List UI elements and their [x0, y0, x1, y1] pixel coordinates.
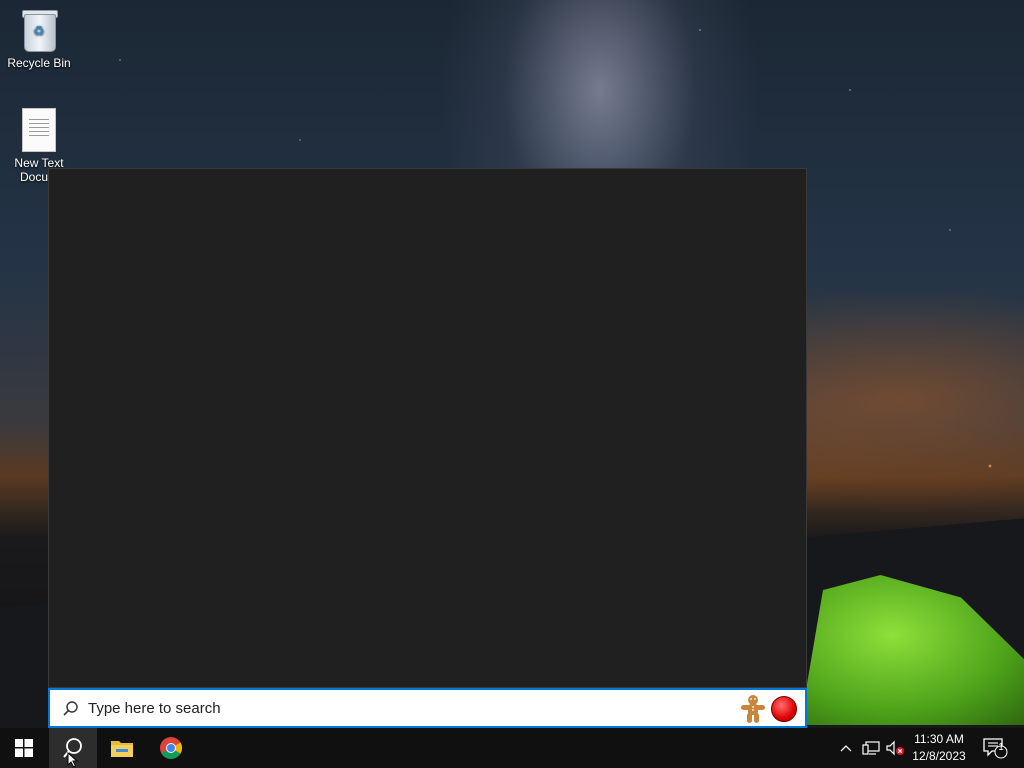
show-hidden-icons-button[interactable]	[836, 728, 856, 768]
search-flyout-panel	[48, 168, 807, 688]
gingerbread-man-icon	[741, 695, 765, 723]
chrome-button[interactable]	[147, 728, 195, 768]
desktop: ♻ Recycle Bin New Text Docum Type here t…	[0, 0, 1024, 768]
desktop-icon-recycle-bin[interactable]: ♻ Recycle Bin	[1, 8, 77, 70]
taskbar: 11:30 AM 12/8/2023 1	[0, 728, 1024, 768]
action-center-button[interactable]: 1	[978, 728, 1012, 768]
record-button-icon[interactable]	[771, 696, 797, 722]
mouse-cursor-icon	[67, 752, 79, 768]
search-icon	[63, 701, 78, 716]
notification-count-badge: 1	[998, 742, 1004, 753]
clock-time: 11:30 AM	[914, 732, 964, 746]
windows-logo-icon	[15, 739, 33, 757]
chrome-icon	[160, 737, 182, 759]
search-input[interactable]: Type here to search	[48, 688, 807, 728]
search-placeholder: Type here to search	[88, 700, 221, 717]
chevron-up-icon	[840, 745, 852, 752]
text-document-icon	[22, 108, 56, 152]
clock-date: 12/8/2023	[912, 749, 966, 763]
volume-button[interactable]	[884, 728, 906, 768]
clock[interactable]: 11:30 AM 12/8/2023	[908, 728, 970, 768]
recycle-bin-icon: ♻	[20, 8, 58, 52]
start-button[interactable]	[0, 728, 48, 768]
network-icon	[862, 741, 880, 755]
file-explorer-button[interactable]	[98, 728, 146, 768]
volume-muted-icon	[886, 740, 904, 756]
desktop-icon-label: Recycle Bin	[7, 56, 71, 70]
folder-icon	[111, 741, 133, 757]
network-button[interactable]	[860, 728, 882, 768]
